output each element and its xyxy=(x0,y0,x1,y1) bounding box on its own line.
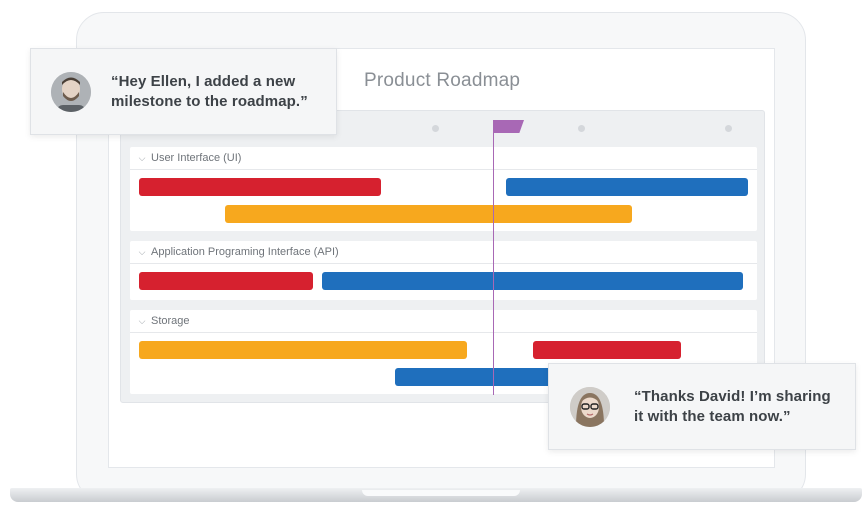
avatar-ellen-image xyxy=(570,386,610,427)
chat-bubble-ellen: “Thanks David! I’m sharing it with the t… xyxy=(548,363,856,450)
timeline-dot xyxy=(432,125,439,132)
page-title: Product Roadmap xyxy=(364,70,521,91)
laptop-base-notch xyxy=(362,490,520,496)
roadmap-bar-red[interactable] xyxy=(139,178,381,196)
roadmap-bar-red[interactable] xyxy=(139,272,313,290)
chat-bubble-david: “Hey Ellen, I added a new milestone to t… xyxy=(30,48,337,135)
chevron-down-icon[interactable]: ⌵ xyxy=(130,153,151,164)
group-api: ⌵ Application Programing Interface (API) xyxy=(130,241,757,300)
group-label: Application Programing Interface (API) xyxy=(151,246,339,258)
milestone-line xyxy=(493,120,494,395)
avatar xyxy=(570,386,610,427)
timeline-dot xyxy=(578,125,585,132)
timeline-dot xyxy=(725,125,732,132)
group-label: User Interface (UI) xyxy=(151,152,242,164)
group-header[interactable]: ⌵ Storage xyxy=(130,310,757,333)
avatar xyxy=(51,71,91,112)
group-header[interactable]: ⌵ Application Programing Interface (API) xyxy=(130,241,757,264)
roadmap-bar-red[interactable] xyxy=(533,341,681,359)
roadmap-bar-blue[interactable] xyxy=(395,368,565,386)
group-label: Storage xyxy=(151,315,190,327)
chat-message: “Thanks David! I’m sharing it with the t… xyxy=(634,387,831,425)
chevron-down-icon[interactable]: ⌵ xyxy=(130,247,151,258)
roadmap-bar-blue[interactable] xyxy=(506,178,748,196)
chevron-down-icon[interactable]: ⌵ xyxy=(130,316,151,327)
group-header[interactable]: ⌵ User Interface (UI) xyxy=(130,147,757,170)
chat-message: “Hey Ellen, I added a new milestone to t… xyxy=(111,72,308,110)
avatar-david-image xyxy=(51,71,91,112)
roadmap-bar-orange[interactable] xyxy=(225,205,632,223)
roadmap-bar-orange[interactable] xyxy=(139,341,467,359)
roadmap-bar-blue[interactable] xyxy=(322,272,743,290)
milestone-flag-icon[interactable] xyxy=(493,120,524,133)
